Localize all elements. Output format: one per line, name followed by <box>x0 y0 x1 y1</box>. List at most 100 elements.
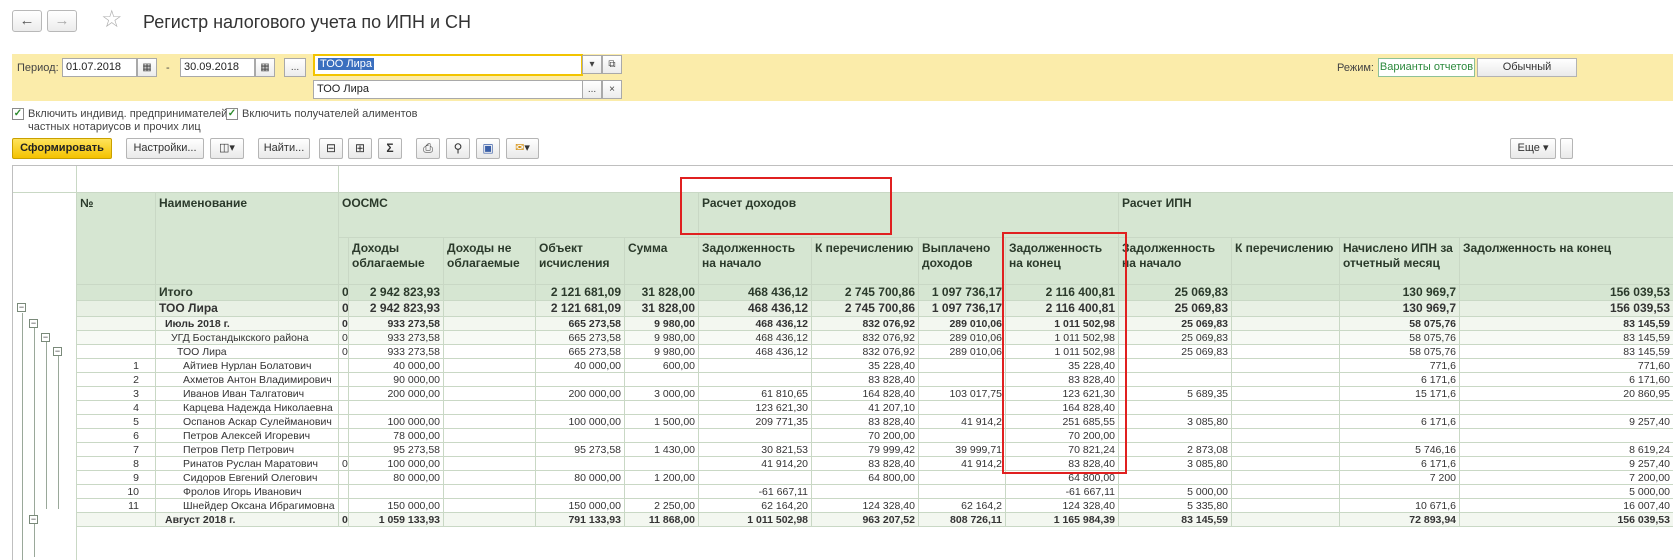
table-cell[interactable]: 70 200,00 <box>812 429 919 443</box>
table-cell[interactable]: 0 <box>339 513 349 527</box>
table-cell[interactable]: 468 436,12 <box>699 317 812 331</box>
row-number-cell[interactable] <box>77 513 156 527</box>
row-number-cell[interactable] <box>77 285 156 301</box>
table-cell[interactable]: 9 257,40 <box>1460 415 1673 429</box>
table-cell[interactable] <box>349 401 444 415</box>
table-cell[interactable] <box>699 429 812 443</box>
table-cell[interactable]: 31 828,00 <box>625 301 699 317</box>
table-cell[interactable]: 83 828,40 <box>1006 457 1119 471</box>
collapse-toggle-icon[interactable]: − <box>29 319 38 328</box>
table-cell[interactable]: 2 121 681,09 <box>536 301 625 317</box>
table-cell[interactable]: 30 821,53 <box>699 443 812 457</box>
save-button[interactable]: ▣ <box>476 138 500 159</box>
more-button[interactable]: Еще ▾ <box>1510 138 1556 159</box>
table-cell[interactable]: 124 328,40 <box>1006 499 1119 513</box>
table-cell[interactable]: 39 999,71 <box>919 443 1006 457</box>
table-cell[interactable] <box>444 513 536 527</box>
table-cell[interactable] <box>339 499 349 513</box>
table-cell[interactable] <box>339 359 349 373</box>
table-cell[interactable] <box>1119 429 1232 443</box>
table-cell[interactable]: 6 171,6 <box>1340 415 1460 429</box>
table-cell[interactable]: 3 000,00 <box>625 387 699 401</box>
table-cell[interactable]: 9 980,00 <box>625 317 699 331</box>
table-cell[interactable]: 200 000,00 <box>349 387 444 401</box>
generate-button[interactable]: Сформировать <box>12 138 112 159</box>
row-number-cell[interactable] <box>77 301 156 317</box>
table-cell[interactable]: 933 273,58 <box>349 345 444 359</box>
table-cell[interactable]: 80 000,00 <box>349 471 444 485</box>
table-cell[interactable]: 5 000,00 <box>1460 485 1673 499</box>
table-cell[interactable] <box>1119 359 1232 373</box>
table-cell[interactable]: 468 436,12 <box>699 331 812 345</box>
table-cell[interactable]: 933 273,58 <box>349 317 444 331</box>
table-cell[interactable] <box>1232 285 1340 301</box>
table-cell[interactable] <box>1232 429 1340 443</box>
table-cell[interactable] <box>1232 485 1340 499</box>
table-cell[interactable] <box>1340 429 1460 443</box>
table-cell[interactable]: 130 969,7 <box>1340 285 1460 301</box>
table-cell[interactable]: 665 273,58 <box>536 331 625 345</box>
table-cell[interactable]: 25 069,83 <box>1119 285 1232 301</box>
row-name-cell[interactable]: Айтиев Нурлан Болатович <box>156 359 339 373</box>
table-cell[interactable] <box>1232 345 1340 359</box>
table-cell[interactable] <box>339 443 349 457</box>
expand-button[interactable]: ⊞ <box>348 138 372 159</box>
table-cell[interactable]: 83 145,59 <box>1460 345 1673 359</box>
table-cell[interactable] <box>919 401 1006 415</box>
table-cell[interactable]: 70 821,24 <box>1006 443 1119 457</box>
table-cell[interactable] <box>699 373 812 387</box>
collapse-toggle-icon[interactable]: − <box>17 303 26 312</box>
table-cell[interactable]: 156 039,53 <box>1460 285 1673 301</box>
table-cell[interactable]: 130 969,7 <box>1340 301 1460 317</box>
table-cell[interactable]: 64 800,00 <box>812 471 919 485</box>
table-cell[interactable]: 251 685,55 <box>1006 415 1119 429</box>
date-to-field[interactable]: 30.09.2018 <box>180 58 255 77</box>
table-cell[interactable] <box>444 443 536 457</box>
row-number-cell[interactable]: 6 <box>77 429 156 443</box>
table-cell[interactable]: 1 430,00 <box>625 443 699 457</box>
table-cell[interactable]: 2 873,08 <box>1119 443 1232 457</box>
collapse-button[interactable]: ⊟ <box>319 138 343 159</box>
table-cell[interactable]: 25 069,83 <box>1119 345 1232 359</box>
table-cell[interactable] <box>1232 513 1340 527</box>
table-cell[interactable]: 1 165 984,39 <box>1006 513 1119 527</box>
row-name-cell[interactable]: Шнейдер Оксана Ибрагимовна <box>156 499 339 513</box>
table-cell[interactable] <box>625 457 699 471</box>
table-cell[interactable] <box>1232 317 1340 331</box>
row-name-cell[interactable]: Ринатов Руслан Маратович <box>156 457 339 471</box>
row-name-cell[interactable]: УГД Бостандыкского района <box>156 331 339 345</box>
table-cell[interactable] <box>1232 499 1340 513</box>
table-cell[interactable] <box>444 429 536 443</box>
table-cell[interactable]: 83 828,40 <box>1006 373 1119 387</box>
collapse-toggle-icon[interactable]: − <box>41 333 50 342</box>
table-cell[interactable]: 0 <box>339 317 349 331</box>
table-cell[interactable] <box>1119 373 1232 387</box>
organization-field[interactable]: ТОО Лира <box>313 54 583 76</box>
calendar-to-button[interactable]: ▦ <box>255 58 275 77</box>
collapse-toggle-icon[interactable]: − <box>53 347 62 356</box>
table-cell[interactable]: 1 011 502,98 <box>1006 317 1119 331</box>
table-cell[interactable]: 2 116 400,81 <box>1006 285 1119 301</box>
table-cell[interactable]: 0 <box>339 345 349 359</box>
table-cell[interactable]: 3 085,80 <box>1119 457 1232 471</box>
table-cell[interactable]: 124 328,40 <box>812 499 919 513</box>
table-cell[interactable]: 58 075,76 <box>1340 345 1460 359</box>
table-cell[interactable]: 78 000,00 <box>349 429 444 443</box>
table-cell[interactable]: 83 145,59 <box>1460 317 1673 331</box>
table-cell[interactable]: 90 000,00 <box>349 373 444 387</box>
table-cell[interactable]: 62 164,20 <box>699 499 812 513</box>
table-cell[interactable]: 61 810,65 <box>699 387 812 401</box>
table-cell[interactable] <box>625 485 699 499</box>
row-name-cell[interactable]: Оспанов Аскар Сулейманович <box>156 415 339 429</box>
table-cell[interactable] <box>1340 401 1460 415</box>
table-cell[interactable] <box>919 359 1006 373</box>
table-cell[interactable]: 70 200,00 <box>1006 429 1119 443</box>
table-cell[interactable]: 468 436,12 <box>699 301 812 317</box>
table-cell[interactable]: 62 164,2 <box>919 499 1006 513</box>
table-cell[interactable]: 83 145,59 <box>1119 513 1232 527</box>
table-cell[interactable]: 5 746,16 <box>1340 443 1460 457</box>
table-cell[interactable]: 832 076,92 <box>812 317 919 331</box>
table-cell[interactable] <box>625 373 699 387</box>
table-cell[interactable]: 25 069,83 <box>1119 317 1232 331</box>
table-cell[interactable]: 2 116 400,81 <box>1006 301 1119 317</box>
